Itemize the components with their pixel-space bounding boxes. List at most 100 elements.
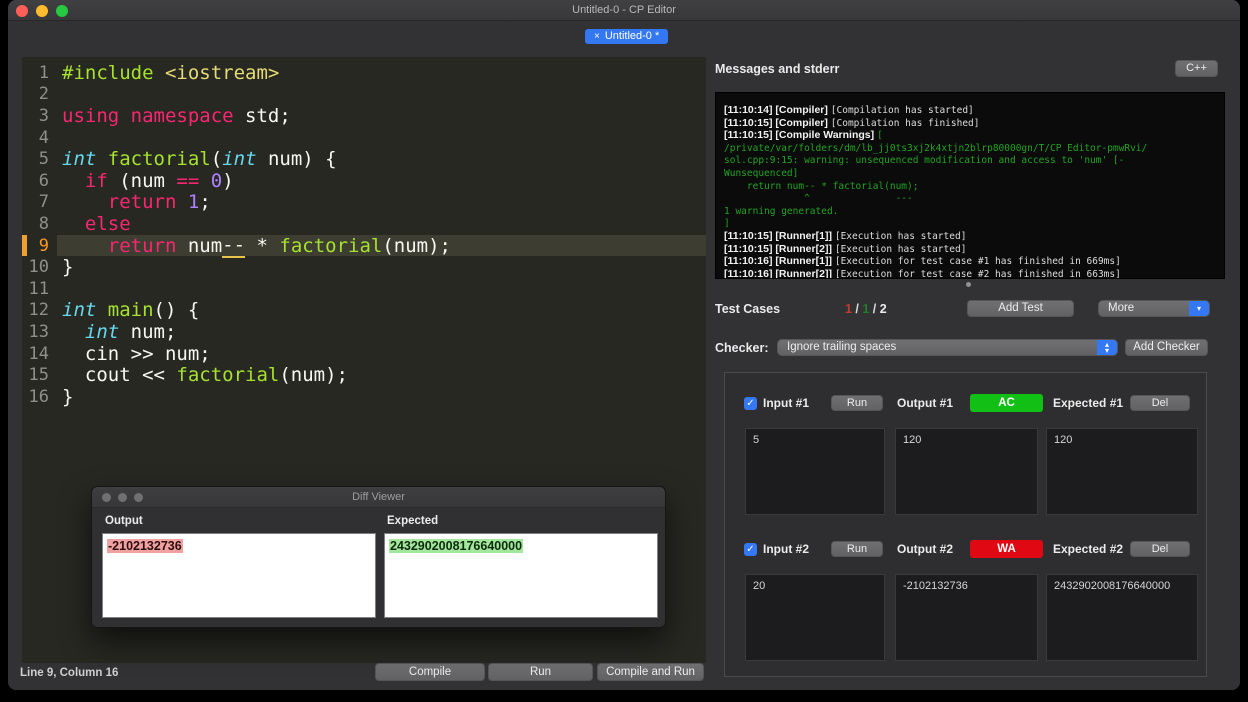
diff-expected-label: Expected (387, 515, 439, 527)
code-line[interactable]: 2 (22, 84, 706, 106)
diff-expected-pane[interactable]: 2432902008176640000 (384, 533, 658, 618)
code-text: cin >> num; (57, 343, 706, 365)
compile-and-run-button[interactable]: Compile and Run (597, 663, 704, 681)
testcase-1: ✓ Input #1 Run Output #1 AC Expected #1 Del 5 12… (725, 394, 1206, 516)
log-segment: 1 warning generated. (724, 205, 839, 217)
input-textarea[interactable]: 20 (745, 574, 885, 661)
code-line[interactable]: 8 else (22, 213, 706, 235)
add-checker-button[interactable]: Add Checker (1125, 339, 1208, 356)
diff-output-pane[interactable]: -2102132736 (102, 533, 376, 618)
tab-untitled-0[interactable]: × Untitled-0 * (585, 29, 669, 44)
testcase-counts: 1 / 1 / 2 (845, 302, 887, 316)
tab-close-icon[interactable]: × (594, 29, 600, 44)
code-area: 1 #include <iostream> 2 3 using namespace st… (22, 62, 706, 408)
checkbox-checked-icon[interactable]: ✓ (744, 397, 757, 410)
checker-label: Checker: (715, 341, 769, 355)
compile-button[interactable]: Compile (375, 663, 485, 681)
output-label: Output #1 (897, 396, 953, 410)
log-line: [11:10:15] [Runner[1]] [Execution has st… (724, 226, 1216, 242)
code-token: else (84, 212, 131, 235)
line-number: 12 (28, 300, 49, 321)
add-test-button[interactable]: Add Test (967, 300, 1074, 317)
code-token: } (62, 385, 74, 408)
code-token: 1 (187, 191, 200, 214)
code-text: using namespace std; (57, 105, 706, 127)
log-line: ^ --- (724, 188, 1216, 204)
code-token: <iostream> (164, 61, 280, 84)
code-line[interactable]: 1 #include <iostream> (22, 62, 706, 84)
code-line[interactable]: 15 cout << factorial (num); (22, 364, 706, 386)
code-token: (num); (382, 234, 451, 257)
code-token: factorial (107, 148, 211, 171)
line-number: 9 (38, 235, 49, 256)
window-title: Untitled-0 - CP Editor (572, 4, 676, 16)
code-line[interactable]: 16} (22, 386, 706, 408)
checker-select[interactable]: Ignore trailing spaces ▴ ▾ (777, 339, 1118, 356)
output-textarea[interactable]: -2102132736 (895, 574, 1038, 661)
code-line[interactable]: 6 if (num == 0) (22, 170, 706, 192)
line-number: 6 (38, 170, 49, 191)
output-textarea[interactable]: 120 (895, 428, 1038, 515)
input-textarea[interactable]: 5 (745, 428, 885, 515)
code-line[interactable]: 14 cin >> num; (22, 343, 706, 365)
log-segment: [Execution for test case #2 has finished… (834, 268, 1121, 279)
run-testcase-button[interactable]: Run (831, 541, 883, 557)
console-log[interactable]: [11:10:14] [Compiler] [Compilation has s… (715, 92, 1225, 279)
delete-testcase-button[interactable]: Del (1130, 541, 1190, 557)
code-line[interactable]: 7 return 1; (22, 191, 706, 214)
testcase-2: ✓ Input #2 Run Output #2 WA Expected #2 Del 20-… (725, 540, 1206, 662)
cp-editor-window: Untitled-0 - CP Editor × Untitled-0 * 1 #… (8, 0, 1240, 690)
checkbox-checked-icon[interactable]: ✓ (744, 543, 757, 556)
splitter-handle[interactable] (966, 282, 971, 287)
output-label: Output #2 (897, 542, 953, 556)
testcase-header: ✓ Input #2 Run Output #2 WA Expected #2 Del (725, 540, 1206, 559)
run-testcase-button[interactable]: Run (831, 395, 883, 411)
expected-textarea[interactable]: 120 (1046, 428, 1198, 515)
line-number: 5 (38, 149, 49, 170)
code-text: return num -- * factorial (num); (57, 234, 706, 258)
more-dropdown-label: More (1108, 302, 1135, 314)
code-token: return (107, 191, 177, 214)
line-number: 14 (28, 343, 49, 364)
line-number: 3 (38, 105, 49, 126)
code-line[interactable]: 12 int main() { (22, 299, 706, 322)
input-label: Input #2 (763, 542, 810, 556)
code-line[interactable]: 13 int num; (22, 321, 706, 343)
language-button[interactable]: C++ (1175, 60, 1218, 77)
messages-header: Messages and stderr (715, 62, 840, 76)
run-button[interactable]: Run (488, 663, 593, 681)
log-line: return num-- * factorial(num); (724, 176, 1216, 192)
delete-testcase-button[interactable]: Del (1130, 395, 1190, 411)
code-line[interactable]: 11 (22, 278, 706, 300)
code-line[interactable]: 5 int factorial(int num) { (22, 148, 706, 170)
code-token: 0 (210, 169, 223, 192)
diff-output-value: -2102132736 (107, 539, 183, 553)
expected-label: Expected #1 (1053, 396, 1124, 410)
code-text: return 1; (57, 191, 706, 214)
code-token: std; (233, 104, 291, 127)
code-token: using (62, 104, 120, 127)
expected-textarea[interactable]: 2432902008176640000 (1046, 574, 1198, 661)
code-token: int (222, 148, 257, 171)
log-line: [11:10:16] [Runner[1]] [Execution for te… (724, 251, 1216, 267)
code-token: int (84, 320, 120, 343)
verdict-badge: WA (970, 540, 1043, 558)
line-number: 16 (28, 386, 49, 407)
code-token: main (107, 299, 154, 322)
code-token: * (245, 234, 280, 257)
code-line[interactable]: 9 return num -- * factorial (num); (22, 234, 706, 258)
more-dropdown[interactable]: More ▾ (1098, 300, 1210, 317)
checker-selected-option: Ignore trailing spaces (787, 341, 897, 353)
code-line[interactable]: 3 using namespace std; (22, 105, 706, 127)
code-token: cout << (62, 364, 177, 387)
code-token: namespace (130, 104, 234, 127)
code-token: #include (62, 61, 165, 84)
diff-viewer-window[interactable]: Diff Viewer Output Expected -2102132736 … (91, 486, 666, 628)
code-line[interactable]: 4 (22, 127, 706, 149)
code-line[interactable]: 10} (22, 256, 706, 278)
